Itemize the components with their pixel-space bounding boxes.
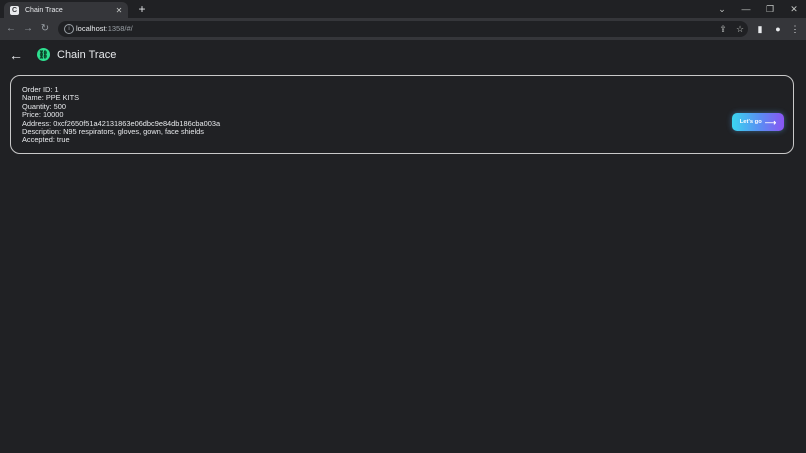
arrow-right-icon: ⟶ [764, 117, 777, 127]
tab-strip: C Chain Trace ✕ + ⌄ — ❐ ✕ [0, 0, 806, 18]
tab-chain-trace[interactable]: C Chain Trace ✕ [4, 2, 128, 18]
browser-menu-icon[interactable]: ⋮ [788, 22, 802, 36]
page-title: Chain Trace [57, 49, 117, 61]
bookmark-star-icon[interactable]: ☆ [734, 23, 746, 35]
new-tab-icon[interactable]: + [136, 3, 148, 15]
lets-go-button[interactable]: Let's go ⟶ [732, 113, 784, 131]
back-nav-icon[interactable]: ← [4, 22, 18, 36]
lets-go-label: Let's go [739, 119, 762, 125]
tab-close-icon[interactable]: ✕ [114, 6, 124, 15]
browser-toolbar: ← → ↻ i localhost:1358/#/ ⇪ ☆ ▮ ● ⋮ [0, 18, 806, 40]
order-details: Order ID: 1 Name: PPE KITS Quantity: 500… [22, 85, 220, 145]
site-info-icon[interactable]: i [64, 24, 74, 34]
url-path: :1358/#/ [105, 24, 133, 33]
url-host: localhost [76, 24, 106, 33]
side-panel-icon[interactable]: ▮ [753, 22, 767, 36]
forward-nav-icon[interactable]: → [21, 22, 35, 36]
tab-search-icon[interactable]: ⌄ [714, 2, 730, 16]
tab-title: Chain Trace [25, 6, 63, 14]
order-card: Order ID: 1 Name: PPE KITS Quantity: 500… [10, 75, 794, 154]
address-url[interactable]: localhost:1358/#/ [76, 24, 133, 33]
profile-icon[interactable]: ● [771, 22, 785, 36]
window-close-icon[interactable]: ✕ [786, 2, 802, 16]
tab-favicon-icon: C [10, 5, 19, 15]
address-bar[interactable]: i localhost:1358/#/ ⇪ ☆ [58, 21, 748, 37]
reload-icon[interactable]: ↻ [38, 22, 52, 36]
minimize-icon[interactable]: — [738, 2, 754, 16]
chain-logo-icon: ⛓ [37, 48, 50, 61]
app-content: ← ⛓ Chain Trace Order ID: 1 Name: PPE KI… [0, 40, 806, 453]
order-accepted: Accepted: true [22, 135, 70, 145]
restore-icon[interactable]: ❐ [762, 2, 778, 16]
share-icon[interactable]: ⇪ [717, 23, 729, 35]
back-arrow-icon[interactable]: ← [8, 47, 24, 63]
